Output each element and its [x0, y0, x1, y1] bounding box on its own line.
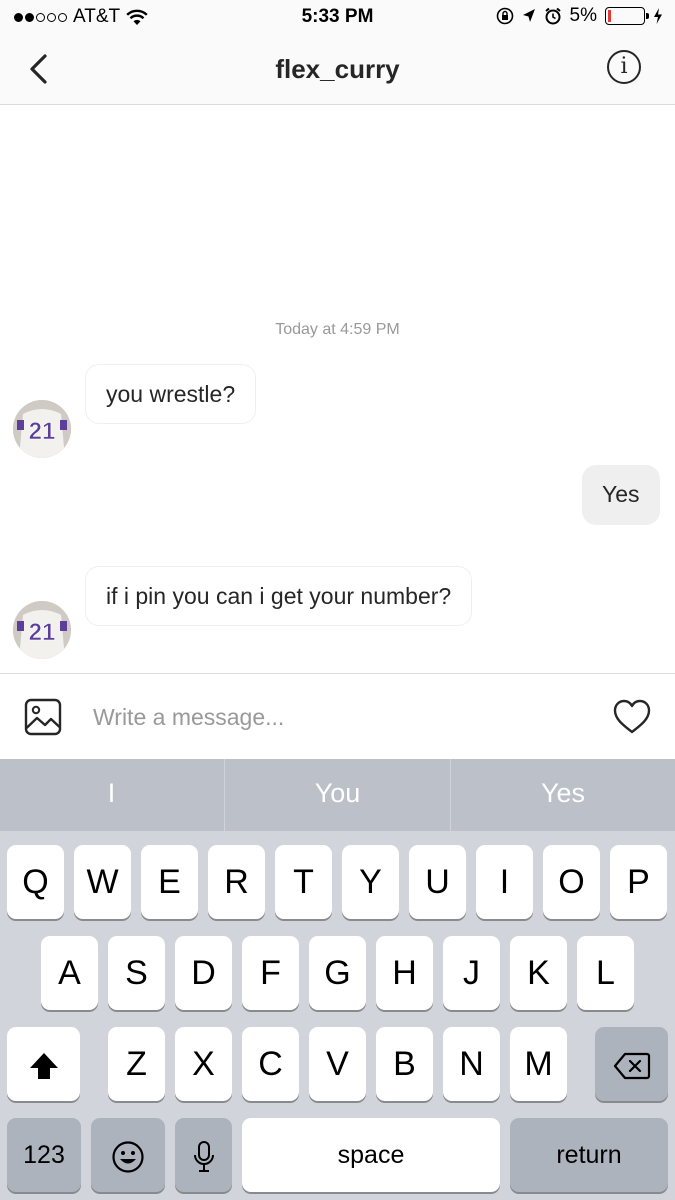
- key-d[interactable]: D: [175, 936, 232, 1010]
- key-k[interactable]: K: [510, 936, 567, 1010]
- backspace-icon: [613, 1052, 650, 1080]
- on-screen-keyboard: I You Yes Q W E R T Y U I O P A S D F G …: [0, 759, 675, 1200]
- battery-icon: [605, 7, 649, 25]
- key-p[interactable]: P: [610, 845, 667, 919]
- delete-key[interactable]: [595, 1027, 668, 1101]
- alarm-icon: [544, 7, 561, 25]
- charging-icon: [654, 8, 662, 24]
- avatar-jersey-number: 21: [29, 619, 56, 646]
- space-key[interactable]: space: [242, 1118, 500, 1192]
- incoming-message-bubble[interactable]: you wrestle?: [85, 364, 257, 424]
- message-input[interactable]: [93, 698, 583, 736]
- key-u[interactable]: U: [409, 845, 466, 919]
- numbers-key[interactable]: 123: [7, 1118, 81, 1192]
- conversation-title[interactable]: flex_curry: [0, 54, 675, 85]
- emoji-icon: [112, 1141, 144, 1173]
- image-icon[interactable]: [24, 698, 62, 736]
- outgoing-message-bubble[interactable]: Yes: [582, 465, 660, 525]
- predictive-text-bar: I You Yes: [0, 759, 675, 831]
- avatar-jersey-number: 21: [29, 418, 56, 445]
- info-button[interactable]: i: [607, 50, 641, 84]
- key-j[interactable]: J: [443, 936, 500, 1010]
- suggestion-1[interactable]: I: [0, 759, 223, 831]
- key-v[interactable]: V: [309, 1027, 366, 1101]
- key-t[interactable]: T: [275, 845, 332, 919]
- emoji-key[interactable]: [91, 1118, 165, 1192]
- key-s[interactable]: S: [108, 936, 165, 1010]
- key-h[interactable]: H: [376, 936, 433, 1010]
- key-n[interactable]: N: [443, 1027, 500, 1101]
- key-w[interactable]: W: [74, 845, 131, 919]
- shift-key[interactable]: [7, 1027, 80, 1101]
- key-e[interactable]: E: [141, 845, 198, 919]
- key-f[interactable]: F: [242, 936, 299, 1010]
- key-g[interactable]: G: [309, 936, 366, 1010]
- key-q[interactable]: Q: [7, 845, 64, 919]
- key-z[interactable]: Z: [108, 1027, 165, 1101]
- dictation-key[interactable]: [175, 1118, 232, 1192]
- sender-avatar[interactable]: 21: [13, 400, 71, 458]
- key-i[interactable]: I: [476, 845, 533, 919]
- key-b[interactable]: B: [376, 1027, 433, 1101]
- shift-arrow-icon: [29, 1053, 58, 1080]
- incoming-message-bubble[interactable]: if i pin you can i get your number?: [85, 566, 473, 626]
- microphone-icon: [193, 1141, 214, 1173]
- key-m[interactable]: M: [510, 1027, 567, 1101]
- conversation-header: flex_curry i: [0, 34, 675, 105]
- suggestion-2[interactable]: You: [225, 759, 450, 831]
- key-l[interactable]: L: [577, 936, 634, 1010]
- suggestion-3[interactable]: Yes: [451, 759, 675, 831]
- orientation-lock-icon: [496, 7, 513, 25]
- heart-icon[interactable]: [613, 698, 651, 736]
- chat-timestamp: Today at 4:59 PM: [275, 321, 400, 338]
- key-o[interactable]: O: [543, 845, 600, 919]
- location-icon: [522, 9, 535, 22]
- key-a[interactable]: A: [41, 936, 98, 1010]
- message-composer: [0, 673, 675, 760]
- status-bar: AT&T 5:33 PM 5%: [0, 0, 675, 34]
- key-x[interactable]: X: [175, 1027, 232, 1101]
- key-r[interactable]: R: [208, 845, 265, 919]
- battery-percent: 5%: [569, 5, 597, 26]
- key-c[interactable]: C: [242, 1027, 299, 1101]
- key-y[interactable]: Y: [342, 845, 399, 919]
- return-key[interactable]: return: [510, 1118, 668, 1192]
- sender-avatar[interactable]: 21: [13, 601, 71, 659]
